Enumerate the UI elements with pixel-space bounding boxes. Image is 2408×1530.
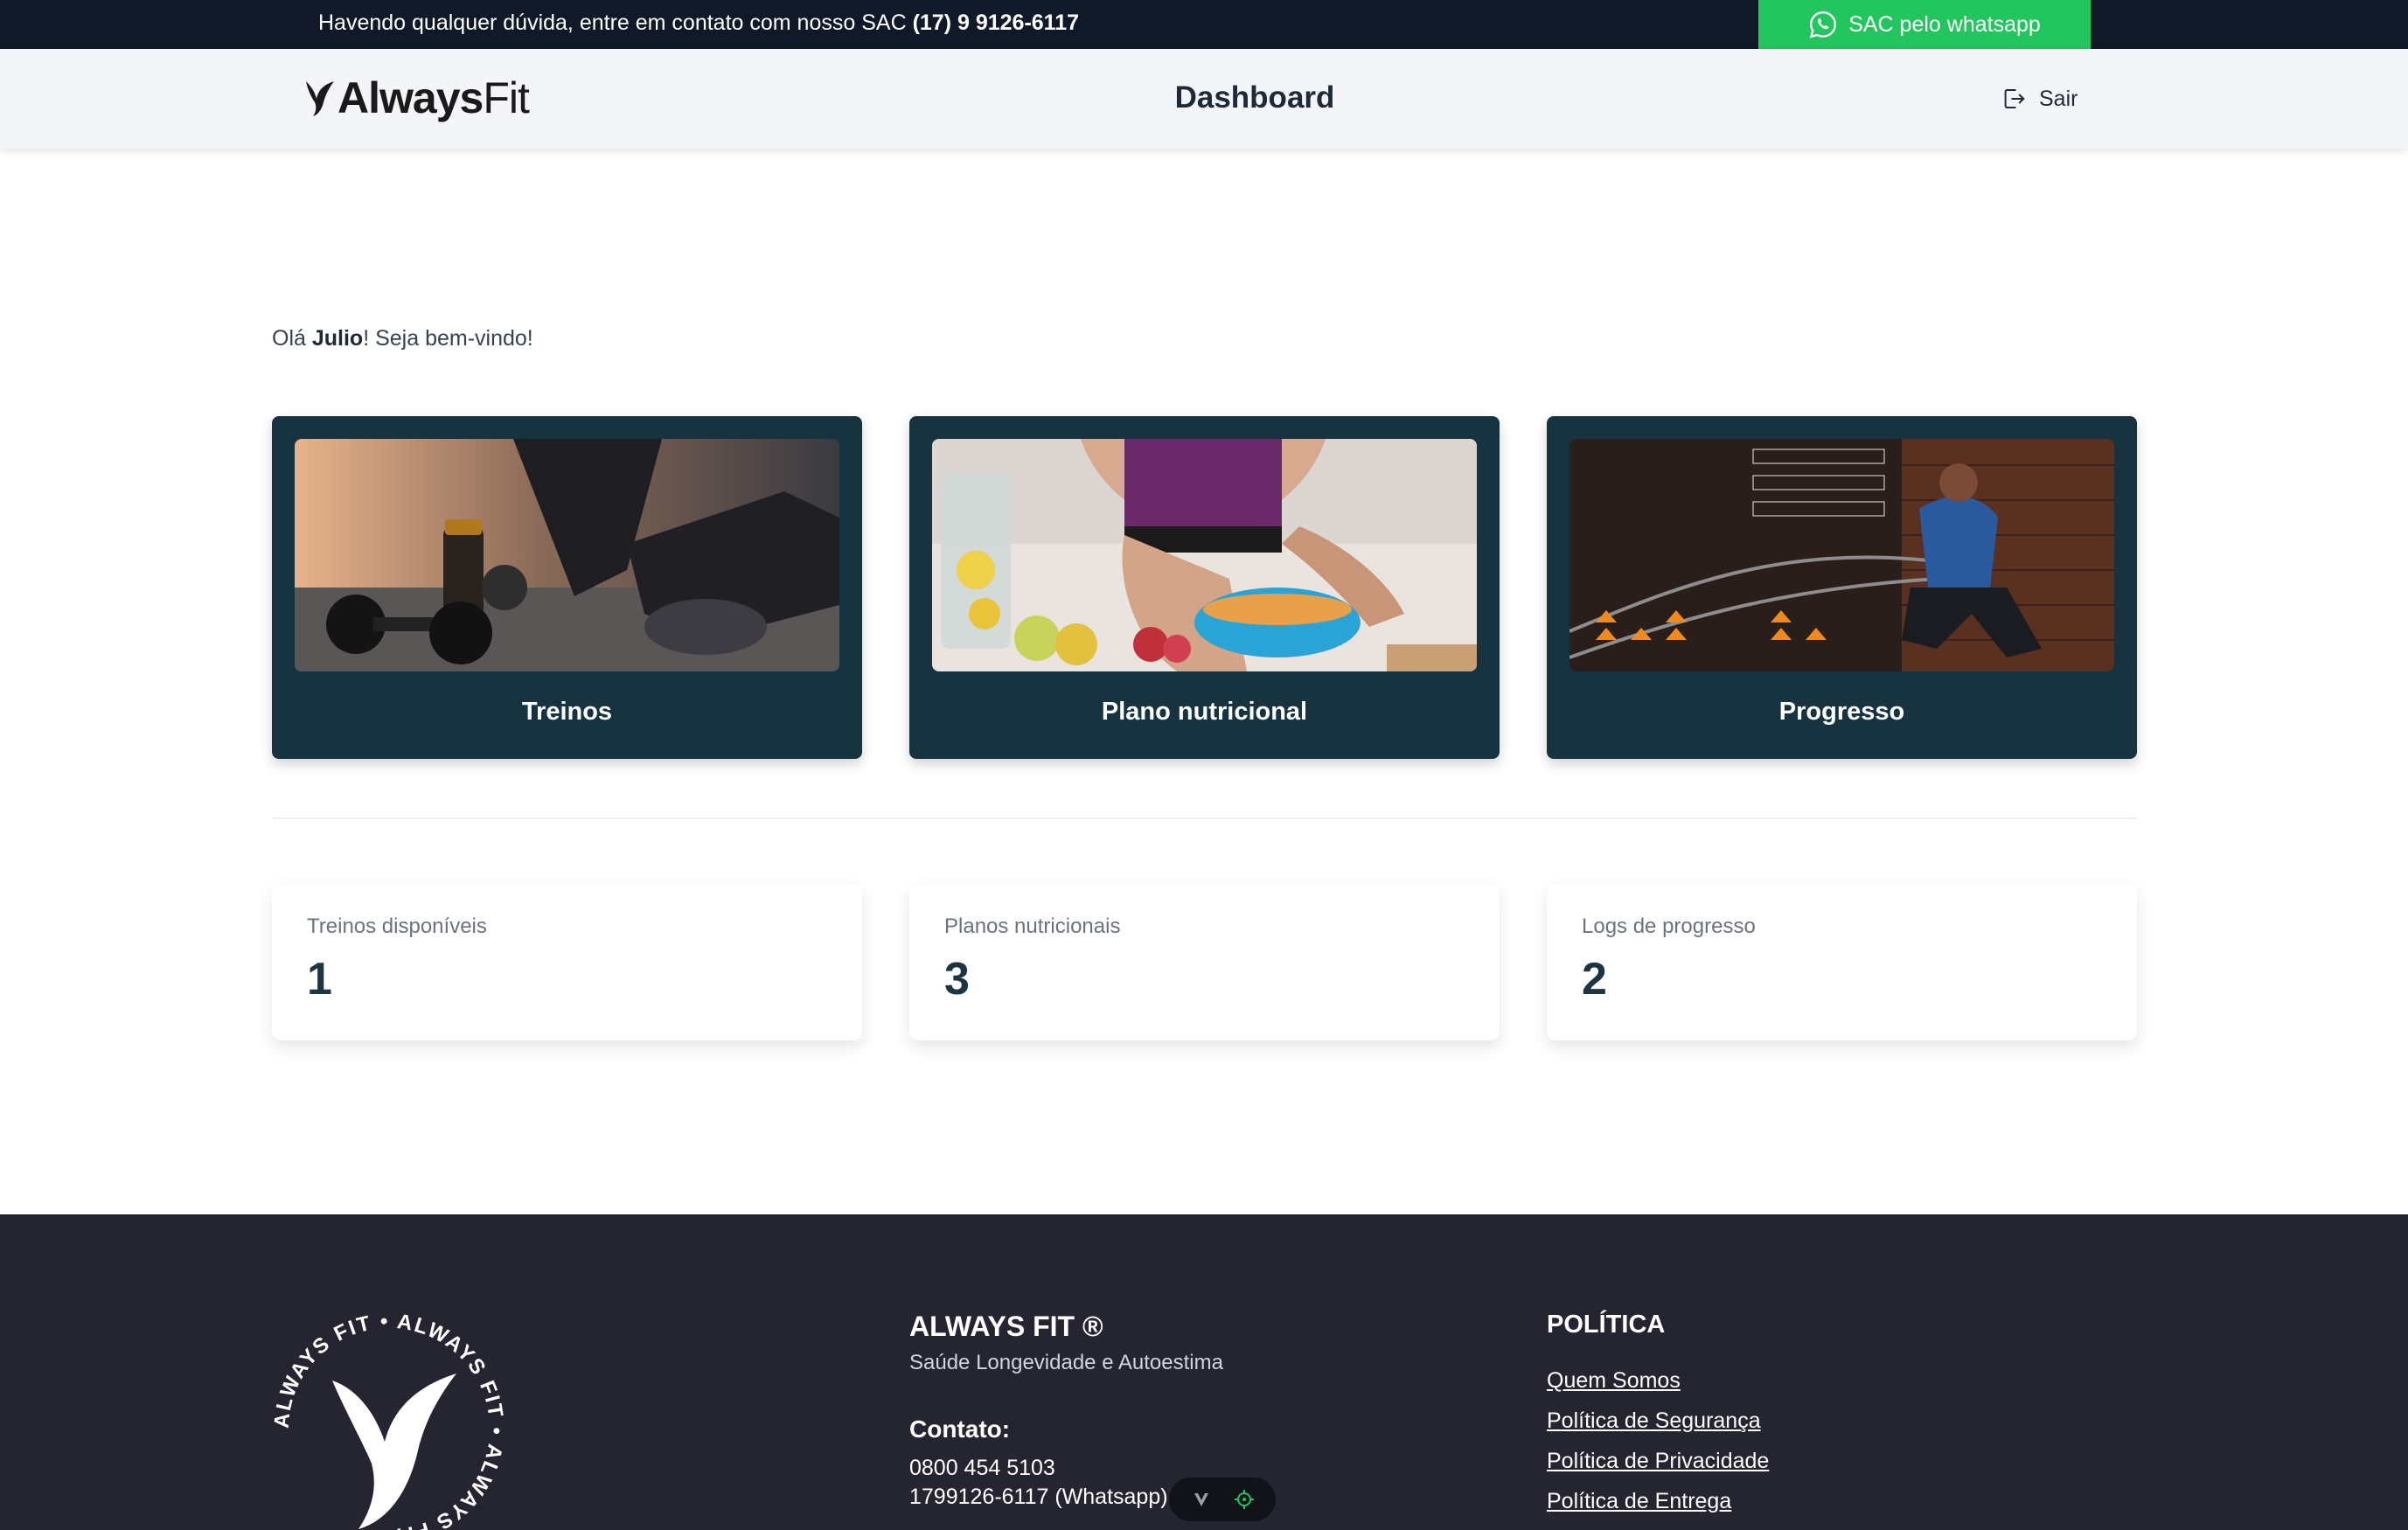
logout-label: Sair: [2039, 86, 2078, 111]
stat-label-treinos: Treinos disponíveis: [307, 915, 487, 938]
stat-value-planos: 3: [944, 954, 970, 1005]
card-progresso-label: Progresso: [1778, 698, 1905, 726]
bird-logo-icon: [306, 81, 334, 116]
greeting-suffix: ! Seja bem-vindo!: [363, 326, 533, 351]
whatsapp-icon: [1809, 11, 1837, 38]
card-treinos-label: Treinos: [521, 698, 613, 726]
footer-whatsapp: 1799126-6117 (Whatsapp): [909, 1485, 1168, 1509]
section-divider: [272, 817, 2137, 819]
header: AlwaysFit Dashboard Sair: [0, 49, 2408, 149]
stat-card-treinos: Treinos disponíveis 1: [272, 883, 862, 1040]
stat-label-planos: Planos nutricionais: [944, 915, 1121, 938]
whatsapp-button-label: SAC pelo whatsapp: [1848, 11, 2041, 37]
card-plano-nutricional-label: Plano nutricional: [1101, 698, 1308, 726]
welcome-message: Olá Julio! Seja bem-vindo!: [272, 326, 533, 351]
logo-text-light: Fit: [483, 73, 530, 122]
sac-text: Havendo qualquer dúvida, entre em contat…: [318, 10, 907, 35]
logout-icon: [2004, 89, 2025, 108]
footer-brand-tagline: Saúde Longevidade e Autoestima: [909, 1351, 1223, 1374]
whatsapp-sac-button[interactable]: SAC pelo whatsapp: [1758, 0, 2091, 49]
link-quem-somos[interactable]: Quem Somos: [1547, 1365, 1769, 1405]
extension-widget[interactable]: [1169, 1478, 1276, 1521]
link-politica-entrega[interactable]: Política de Entrega: [1547, 1485, 1769, 1526]
footer-brand-name: ALWAYS FIT ®: [909, 1311, 1103, 1342]
v-extension-icon[interactable]: [1191, 1489, 1212, 1510]
stat-label-logs: Logs de progresso: [1582, 915, 1756, 938]
logout-button[interactable]: Sair: [2001, 84, 2077, 114]
stat-card-planos: Planos nutricionais 3: [909, 883, 1500, 1040]
nutrition-photo: [932, 439, 1477, 671]
footer-policy-title: POLÍTICA: [1547, 1311, 1666, 1339]
page-title: Dashboard: [1174, 80, 1335, 115]
link-politica-privacidade[interactable]: Política de Privacidade: [1547, 1445, 1769, 1485]
alwaysfit-logo[interactable]: AlwaysFit: [304, 72, 530, 124]
progress-photo: [1569, 439, 2114, 671]
footer-policy-links: Quem Somos Política de Segurança Polític…: [1547, 1365, 1769, 1526]
footer: ALWAYS FIT • ALWAYS FIT • ALWAYS FIT • A…: [0, 1214, 2408, 1530]
stat-card-logs: Logs de progresso 2: [1547, 883, 2137, 1040]
sac-phone: (17) 9 9126-6117: [912, 10, 1080, 35]
footer-phone: 0800 454 5103: [909, 1456, 1055, 1480]
sac-notice: Havendo qualquer dúvida, entre em contat…: [318, 0, 1079, 49]
link-politica-seguranca[interactable]: Política de Segurança: [1547, 1405, 1769, 1445]
card-treinos[interactable]: Treinos: [272, 416, 862, 759]
stat-value-treinos: 1: [307, 954, 332, 1005]
logo-text-bold: Always: [338, 73, 484, 122]
card-plano-nutricional[interactable]: Plano nutricional: [909, 416, 1500, 759]
workout-photo: [295, 439, 839, 671]
card-progresso[interactable]: Progresso: [1547, 416, 2137, 759]
greeting-prefix: Olá: [272, 326, 312, 351]
footer-contact-title: Contato:: [909, 1415, 1011, 1443]
stat-value-logs: 2: [1582, 954, 1607, 1005]
crosshair-icon[interactable]: [1234, 1489, 1255, 1510]
top-bar: Havendo qualquer dúvida, entre em contat…: [0, 0, 2408, 49]
user-name: Julio: [311, 326, 364, 351]
alwaysfit-badge-logo: ALWAYS FIT • ALWAYS FIT • ALWAYS FIT •: [270, 1310, 506, 1530]
